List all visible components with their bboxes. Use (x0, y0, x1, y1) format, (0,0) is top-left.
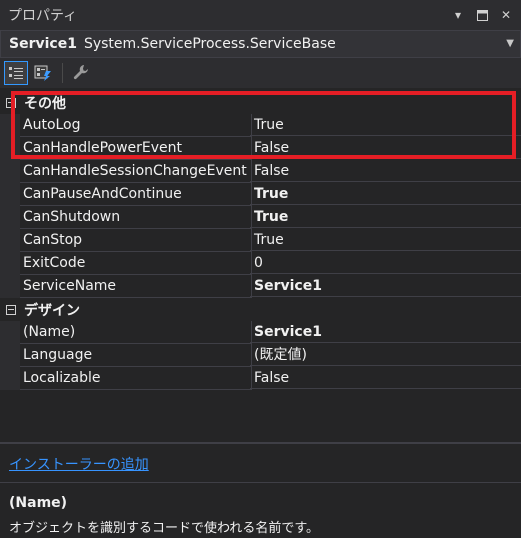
property-value[interactable]: True (250, 206, 521, 228)
dropdown-arrow-icon[interactable]: ▾ (449, 6, 467, 24)
wrench-icon (73, 65, 88, 80)
object-name: Service1 (9, 36, 77, 52)
property-value[interactable]: True (250, 183, 521, 205)
categorized-button[interactable] (4, 61, 28, 85)
property-row-canshutdown[interactable]: CanShutdown True (0, 206, 521, 229)
add-installer-link[interactable]: インストーラーの追加 (9, 454, 149, 474)
category-design[interactable]: デザイン (0, 298, 521, 321)
property-row-servicename[interactable]: ServiceName Service1 (0, 275, 521, 298)
category-label: デザイン (24, 302, 80, 319)
object-selector[interactable]: Service1 System.ServiceProcess.ServiceBa… (0, 30, 521, 58)
property-value[interactable]: True (250, 229, 521, 251)
categorized-icon (9, 67, 23, 79)
object-type: System.ServiceProcess.ServiceBase (83, 36, 336, 52)
property-grid: その他 AutoLog True CanHandlePowerEvent Fal… (0, 90, 521, 442)
maximize-icon[interactable] (473, 6, 491, 24)
property-name: CanHandleSessionChangeEvent (20, 160, 252, 183)
property-value[interactable]: False (250, 137, 521, 159)
description-text: オブジェクトを識別するコードで使われる名前です。 (9, 521, 320, 536)
property-name: CanPauseAndContinue (20, 183, 252, 206)
property-name: (Name) (20, 321, 252, 344)
window-controls: ▾ ✕ (449, 0, 515, 30)
toolbar-separator (62, 63, 63, 83)
property-value[interactable]: Service1 (250, 275, 521, 297)
events-icon (34, 65, 51, 81)
property-row-autolog[interactable]: AutoLog True (0, 114, 521, 137)
property-row-canhandlepowerevent[interactable]: CanHandlePowerEvent False (0, 137, 521, 160)
panel-titlebar: プロパティ ▾ ✕ (0, 0, 521, 30)
commands-pane: インストーラーの追加 (0, 444, 521, 482)
property-row-canhandlesessionchangeevent[interactable]: CanHandleSessionChangeEvent False (0, 160, 521, 183)
property-row-exitcode[interactable]: ExitCode 0 (0, 252, 521, 275)
events-button[interactable] (31, 61, 55, 85)
chevron-down-icon[interactable]: ▼ (506, 38, 514, 49)
property-name: CanHandlePowerEvent (20, 137, 252, 160)
property-name: ExitCode (20, 252, 252, 275)
close-icon[interactable]: ✕ (497, 6, 515, 24)
property-row-canstop[interactable]: CanStop True (0, 229, 521, 252)
description-title: (Name) (9, 495, 68, 511)
collapse-icon[interactable] (6, 97, 16, 108)
property-row-name[interactable]: (Name) Service1 (0, 321, 521, 344)
property-value[interactable]: False (250, 160, 521, 182)
property-row-canpauseandcontinue[interactable]: CanPauseAndContinue True (0, 183, 521, 206)
panel-title: プロパティ (8, 8, 78, 24)
property-row-language[interactable]: Language (既定値) (0, 344, 521, 367)
property-name: Localizable (20, 367, 252, 390)
collapse-icon[interactable] (6, 304, 16, 315)
property-value[interactable]: 0 (250, 252, 521, 274)
property-name: CanShutdown (20, 206, 252, 229)
property-name: AutoLog (20, 114, 252, 137)
property-name: Language (20, 344, 252, 367)
category-label: その他 (24, 95, 66, 112)
property-row-localizable[interactable]: Localizable False (0, 367, 521, 390)
category-misc[interactable]: その他 (0, 91, 521, 114)
property-value[interactable]: (既定値) (250, 344, 521, 366)
property-pages-button[interactable] (69, 61, 93, 85)
description-pane: (Name) オブジェクトを識別するコードで使われる名前です。 (0, 482, 521, 538)
property-toolbar (0, 58, 521, 88)
property-value[interactable]: True (250, 114, 521, 136)
property-name: CanStop (20, 229, 252, 252)
property-value[interactable]: Service1 (250, 321, 521, 343)
property-value[interactable]: False (250, 367, 521, 389)
property-name: ServiceName (20, 275, 252, 298)
